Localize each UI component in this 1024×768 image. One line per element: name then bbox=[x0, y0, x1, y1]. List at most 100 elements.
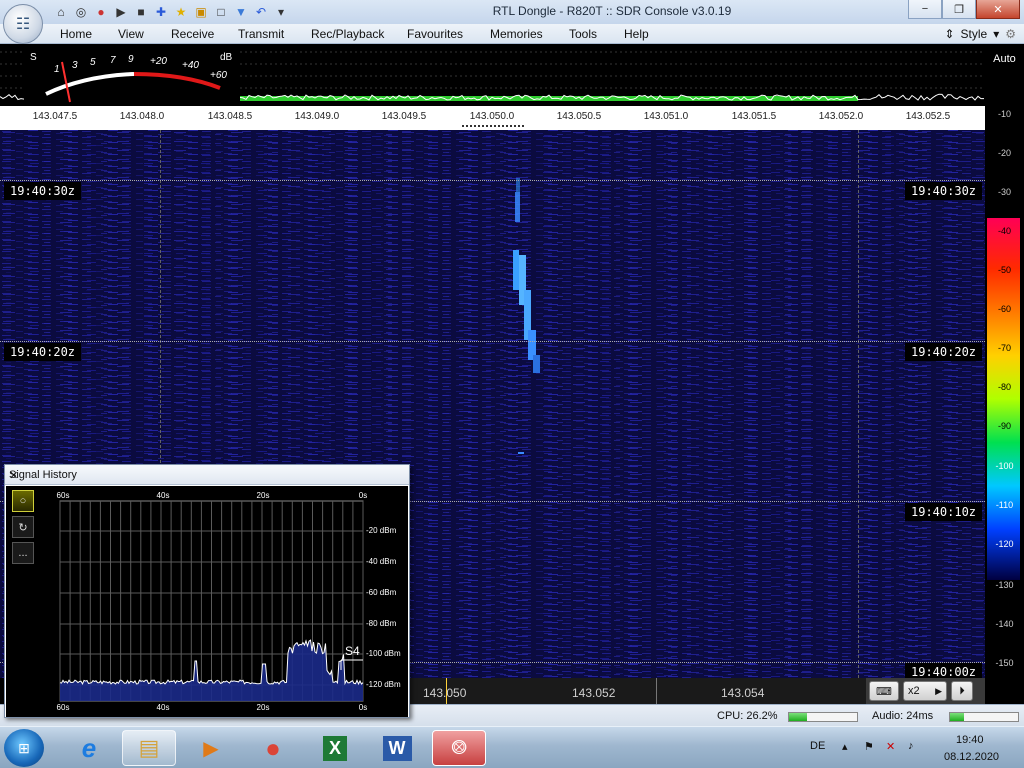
menu-tools[interactable]: Tools bbox=[569, 27, 597, 41]
history-y-label: -100 dBm bbox=[366, 649, 401, 658]
triangle-right-icon: ▶ bbox=[935, 685, 942, 696]
style-menu[interactable]: ⇕ Style ▾ ⚙ bbox=[944, 27, 1016, 41]
signal-history-body: ○ ↻ ... 60s 40s 20s 0s 60s 40s 20s 0s S4… bbox=[6, 486, 408, 717]
menu-help[interactable]: Help bbox=[624, 27, 649, 41]
time-label-right: 19:40:10z bbox=[905, 503, 983, 521]
db-label: -140 bbox=[995, 619, 1014, 629]
signal-history-panel[interactable]: Signal History ✕ ○ ↻ ... 60s 40s 20s 0s … bbox=[4, 464, 410, 718]
freq-label: 143.051.0 bbox=[643, 111, 689, 122]
s-meter-scale-9: 9 bbox=[128, 54, 134, 65]
menu-transmit[interactable]: Transmit bbox=[238, 27, 284, 41]
s-meter-scale-5: 5 bbox=[90, 57, 96, 68]
freq-label: 143.051.5 bbox=[731, 111, 777, 122]
settings-gear-icon[interactable]: ⚙ bbox=[1005, 27, 1016, 41]
cpu-meter-fill bbox=[789, 713, 807, 721]
show-hidden-icons-icon[interactable]: ▴ bbox=[842, 740, 848, 753]
signal-history-close-icon[interactable]: ✕ bbox=[9, 469, 405, 482]
colorbar-label: -80 bbox=[997, 382, 1011, 392]
cpu-meter bbox=[788, 712, 858, 722]
tuning-marker[interactable] bbox=[462, 125, 524, 127]
menu-view[interactable]: View bbox=[118, 27, 144, 41]
band-freq-label: 143.050 bbox=[423, 686, 467, 700]
band-freq-label: 143.052 bbox=[572, 686, 616, 700]
freq-label: 143.047.5 bbox=[32, 111, 78, 122]
signal-history-plot bbox=[59, 500, 364, 702]
taskbar-media-player[interactable]: ▶ bbox=[184, 730, 238, 766]
freq-label: 143.050.0 bbox=[469, 111, 515, 122]
application-menu-button[interactable]: ☷ bbox=[3, 4, 43, 44]
maximize-button[interactable]: ❐ bbox=[942, 0, 976, 19]
close-button[interactable]: ✕ bbox=[976, 0, 1020, 19]
s-meter-db-label: dB bbox=[220, 52, 233, 63]
db-label: -10 bbox=[997, 109, 1011, 119]
menu-memories[interactable]: Memories bbox=[490, 27, 543, 41]
time-label-right: 19:40:20z bbox=[905, 343, 983, 361]
taskbar-explorer[interactable]: ▤ bbox=[122, 730, 176, 766]
time-label-right: 19:40:30z bbox=[905, 182, 983, 200]
history-y-label: -20 dBm bbox=[366, 526, 397, 535]
db-label: -30 bbox=[997, 187, 1011, 197]
taskbar-excel[interactable]: X bbox=[308, 730, 362, 766]
menu-home[interactable]: Home bbox=[60, 27, 92, 41]
colorbar-label: -120 bbox=[995, 539, 1014, 549]
signal-history-titlebar[interactable]: Signal History ✕ bbox=[5, 465, 409, 485]
windows-logo-icon: ⊞ bbox=[18, 739, 30, 756]
taskbar-sdr-console[interactable]: ⨷ bbox=[432, 730, 486, 766]
volume-icon[interactable]: ♪ bbox=[908, 740, 914, 752]
time-gridline bbox=[0, 341, 985, 342]
taskbar-chrome[interactable]: ● bbox=[246, 730, 300, 766]
audio-status: Audio: 24ms bbox=[872, 710, 934, 722]
window-controls: − ❐ ✕ bbox=[908, 0, 1020, 19]
time-gridline bbox=[0, 180, 985, 181]
media-player-icon: ▶ bbox=[203, 737, 219, 760]
chrome-icon: ● bbox=[265, 732, 281, 763]
clock-date[interactable]: 08.12.2020 bbox=[944, 751, 999, 763]
clock-time[interactable]: 19:40 bbox=[956, 734, 984, 746]
db-label: -150 bbox=[995, 658, 1014, 668]
action-center-icon[interactable]: ⚑ bbox=[864, 740, 874, 753]
history-y-label: -80 dBm bbox=[366, 619, 397, 628]
network-status-icon[interactable]: ✕ bbox=[886, 740, 895, 753]
excel-icon: X bbox=[322, 735, 347, 761]
s-meter-scale-1: 1 bbox=[54, 64, 60, 75]
colorbar-label: -110 bbox=[995, 500, 1014, 510]
taskbar-word[interactable]: W bbox=[370, 730, 424, 766]
menu-rec-playback[interactable]: Rec/Playback bbox=[311, 27, 384, 41]
frequency-scale[interactable]: 143.047.5 143.048.0 143.048.5 143.049.0 … bbox=[0, 106, 985, 130]
app-menu-icon: ☷ bbox=[15, 16, 31, 33]
freq-label: 143.048.0 bbox=[119, 111, 165, 122]
db-label: -130 bbox=[995, 580, 1014, 590]
history-y-label: -60 dBm bbox=[366, 588, 397, 597]
menu-favourites[interactable]: Favourites bbox=[407, 27, 463, 41]
freq-label: 143.052.0 bbox=[818, 111, 864, 122]
colorbar-label: -70 bbox=[997, 343, 1011, 353]
s-meter-scale-plus40: +40 bbox=[182, 60, 199, 71]
taskbar-ie[interactable]: e bbox=[62, 730, 116, 766]
colorbar-label: -100 bbox=[995, 461, 1014, 471]
audio-meter bbox=[949, 712, 1019, 722]
colorbar-label: -40 bbox=[997, 226, 1011, 236]
zoom-label: x2 bbox=[908, 685, 920, 697]
s-meter-scale-plus20: +20 bbox=[150, 56, 167, 67]
s-meter-scale-plus60: +60 bbox=[210, 70, 227, 81]
word-icon: W bbox=[382, 735, 412, 761]
s-meter-s-label: S bbox=[30, 52, 37, 63]
colorbar-label: -50 bbox=[997, 265, 1011, 275]
style-arrows-icon: ⇕ bbox=[944, 27, 955, 41]
history-y-label: -40 dBm bbox=[366, 557, 397, 566]
s-meter-scale-7: 7 bbox=[110, 55, 116, 66]
auto-level-button[interactable]: Auto bbox=[987, 48, 1022, 70]
zoom-selector[interactable]: x2 ▶ bbox=[903, 681, 947, 701]
ie-icon: e bbox=[81, 732, 97, 763]
explorer-icon: ▤ bbox=[138, 735, 160, 760]
keyboard-button[interactable]: ⌨ bbox=[869, 681, 899, 701]
windows-taskbar: ⊞ e ▤ ▶ ● X W ⨷ DE ▴ ⚑ ✕ ♪ 19:40 08.12.2… bbox=[0, 726, 1024, 768]
menu-receive[interactable]: Receive bbox=[171, 27, 214, 41]
language-indicator[interactable]: DE bbox=[810, 740, 825, 752]
signal-level-marker: S4 bbox=[345, 644, 360, 658]
cpu-status: CPU: 26.2% bbox=[717, 710, 778, 722]
minimize-button[interactable]: − bbox=[908, 0, 942, 19]
start-button[interactable]: ⊞ bbox=[4, 729, 44, 767]
play-circle-button[interactable]: ⏵ bbox=[951, 681, 973, 701]
title-bar: ⌂ ◎ ● ▶ ■ ✚ ★ ▣ □ ▼ ↶ ▾ RTL Dongle - R82… bbox=[0, 0, 1024, 24]
